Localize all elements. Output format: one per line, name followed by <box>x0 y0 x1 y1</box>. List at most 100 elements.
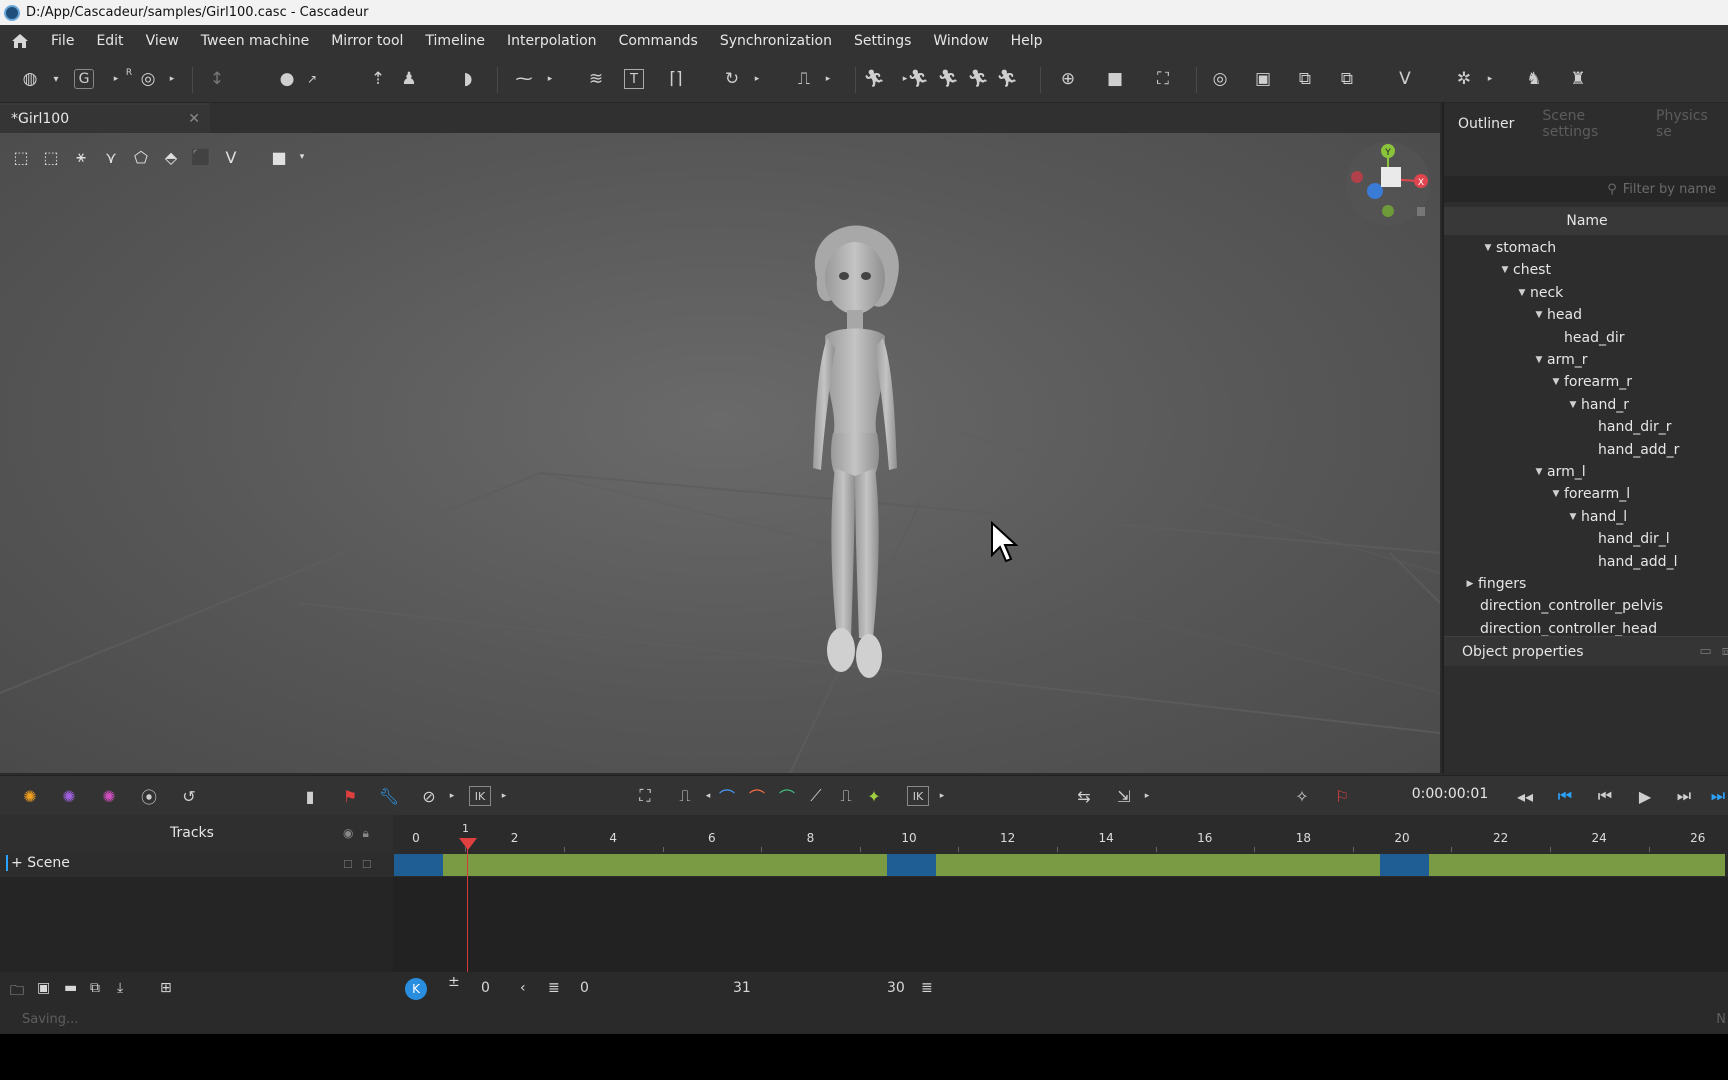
offset-value[interactable]: 0 <box>481 980 490 996</box>
scene-track-row[interactable]: + Scene ☐ ☐ <box>0 853 393 877</box>
menu-edit[interactable]: Edit <box>85 33 134 49</box>
keyframe-purple-icon[interactable]: ✺ <box>57 784 81 808</box>
expand-arrow-icon[interactable]: ▼ <box>1531 355 1547 365</box>
visibility-icon[interactable]: ◉ <box>343 826 353 841</box>
rig-icon[interactable]: ♞ <box>1522 67 1546 91</box>
plus-minus-icon[interactable]: ± <box>448 974 460 990</box>
rigid-bodies-icon[interactable]: ⬘ <box>160 146 182 168</box>
document-tab[interactable]: *Girl100 ✕ <box>0 103 210 133</box>
expand-arrow-icon[interactable]: ▼ <box>1531 310 1547 320</box>
cascadeur-logo-icon[interactable]: V <box>220 146 242 168</box>
box-icon[interactable]: ⬛ <box>190 146 212 168</box>
line-tool-icon[interactable]: ⁓ <box>512 67 536 91</box>
outliner-item[interactable]: head_dir <box>1548 327 1624 349</box>
duplicate-track-icon[interactable]: ⧉ <box>90 980 100 996</box>
camera-icon[interactable]: ■ <box>268 146 290 168</box>
tracks-area[interactable] <box>0 877 1728 972</box>
group-g-button[interactable]: G <box>74 69 94 89</box>
interval-icon[interactable]: ⦿ <box>137 784 161 808</box>
skeleton-icon[interactable]: ✲ <box>1452 67 1476 91</box>
interpolation-interval[interactable] <box>1429 854 1726 876</box>
dropdown-arrow-icon[interactable]: ▸ <box>538 67 562 91</box>
step-interp-icon[interactable]: ⎍ <box>673 784 697 808</box>
chevron-left-icon[interactable]: ‹ <box>520 980 526 996</box>
menu-file[interactable]: File <box>40 33 85 49</box>
outliner-item[interactable]: ▼ arm_l <box>1531 461 1586 483</box>
joints-icon[interactable]: ⚹ <box>70 146 92 168</box>
dropdown-arrow-icon[interactable]: ▸ <box>492 784 516 808</box>
name-column-header[interactable]: Name <box>1444 207 1728 235</box>
panel-settings-icon[interactable]: ⧈ <box>1722 644 1728 659</box>
expand-arrow-icon[interactable]: ▼ <box>1497 265 1513 275</box>
interpolation-interval[interactable] <box>936 854 1380 876</box>
outliner-item[interactable]: ▼ neck <box>1514 282 1564 304</box>
book-icon[interactable]: ▮ <box>298 784 322 808</box>
play-icon[interactable]: ▶ <box>1633 784 1657 808</box>
menu-window[interactable]: Window <box>922 33 999 49</box>
outliner-item[interactable]: ▼ forearm_l <box>1548 483 1631 505</box>
wrench-icon[interactable]: 🔧︎ <box>377 784 401 808</box>
select-rect-icon[interactable]: ⬚ <box>10 146 32 168</box>
list-icon[interactable]: ≣ <box>548 980 560 996</box>
panel-toggle-icon[interactable]: ▭ <box>1699 644 1711 659</box>
scene-track-bar[interactable] <box>393 853 1728 877</box>
dropdown-arrow-icon[interactable]: ▾ <box>44 67 68 91</box>
menu-commands[interactable]: Commands <box>608 33 709 49</box>
disable-icon[interactable]: ⊘ <box>417 784 441 808</box>
scale-keys-icon[interactable]: ⇲ <box>1112 784 1136 808</box>
menu-timeline[interactable]: Timeline <box>414 33 496 49</box>
outliner-item[interactable]: ▼ forearm_r <box>1548 371 1633 393</box>
linear-interp-icon[interactable]: ⟋ <box>804 784 828 808</box>
outliner-item[interactable]: hand_dir_l <box>1582 528 1670 550</box>
trajectory-icon[interactable]: ≋ <box>584 67 608 91</box>
shift-keys-icon[interactable]: ⇆ <box>1072 784 1096 808</box>
timeline-ruler[interactable]: 0 2 4 6 8 10 12 14 16 18 20 22 24 26 <box>393 815 1728 853</box>
expand-arrow-icon[interactable]: ▼ <box>1548 377 1564 387</box>
tab-physics-settings[interactable]: Physics se <box>1642 108 1728 140</box>
pivot-rings-icon[interactable]: ◎ <box>136 67 160 91</box>
dropdown-arrow-icon[interactable]: ▸ <box>1478 67 1502 91</box>
key-mode-button[interactable]: K <box>405 978 427 1000</box>
outliner-item[interactable]: hand_dir_r <box>1582 416 1672 438</box>
keyframe-interval[interactable] <box>1380 854 1430 876</box>
rewind-icon[interactable]: ◂◂ <box>1513 784 1537 808</box>
point-icon[interactable]: ● <box>275 67 299 91</box>
close-icon[interactable]: ✕ <box>188 111 200 127</box>
select-lasso-icon[interactable]: ⬚ <box>40 146 62 168</box>
grid-view-icon[interactable]: ⊞ <box>160 980 172 996</box>
curve-arrow-icon[interactable]: ↗ <box>300 67 324 91</box>
flag-icon[interactable]: ⚑ <box>338 784 362 808</box>
track-lock-checkbox[interactable]: ☐ <box>362 858 372 871</box>
ik-button[interactable]: IK <box>469 786 491 806</box>
target-icon[interactable]: ⊕ <box>1056 67 1080 91</box>
dropdown-arrow-icon[interactable]: ▸ <box>745 67 769 91</box>
expand-arrow-icon[interactable]: ▼ <box>1565 400 1581 410</box>
outliner-item[interactable]: ▼ head <box>1531 304 1582 326</box>
loop-icon[interactable]: ↺ <box>177 784 201 808</box>
keyframe-magenta-icon[interactable]: ✺ <box>97 784 121 808</box>
scene-track-label[interactable]: + Scene <box>6 855 70 871</box>
go-to-start-icon[interactable]: ⏮ <box>1553 784 1577 808</box>
dropdown-arrow-icon[interactable]: ▸ <box>1135 784 1159 808</box>
keyframe-orange-icon[interactable]: ✺ <box>18 784 42 808</box>
interpolation-interval[interactable] <box>443 854 887 876</box>
menu-settings[interactable]: Settings <box>843 33 922 49</box>
camera-icon[interactable]: ■ <box>1103 67 1127 91</box>
range-end-value[interactable]: 30 <box>887 980 905 996</box>
axis-gizmo[interactable]: Y X <box>1343 139 1433 229</box>
tab-outliner[interactable]: Outliner <box>1444 116 1528 132</box>
lock-icon[interactable]: 🔒︎ <box>362 826 368 841</box>
keyframe-interval[interactable] <box>394 854 444 876</box>
autoposing-run-icon[interactable]: 🏃︎ <box>862 67 886 91</box>
rotation-loop-icon[interactable]: ↻ <box>720 67 744 91</box>
menu-mirror-tool[interactable]: Mirror tool <box>320 33 414 49</box>
menu-tween-machine[interactable]: Tween machine <box>190 33 320 49</box>
outliner-item[interactable]: ▼ stomach <box>1480 237 1557 259</box>
expand-arrow-icon[interactable]: ▼ <box>1514 288 1530 298</box>
list-icon[interactable]: ≣ <box>921 980 933 996</box>
autoposing-run-5-icon[interactable]: 🏃︎ <box>995 67 1019 91</box>
menu-view[interactable]: View <box>135 33 190 49</box>
outliner-item[interactable]: ▼ arm_r <box>1531 349 1588 371</box>
copy-layer-icon[interactable]: ⧉ <box>1293 67 1317 91</box>
global-space-icon[interactable]: ◍ <box>18 67 42 91</box>
